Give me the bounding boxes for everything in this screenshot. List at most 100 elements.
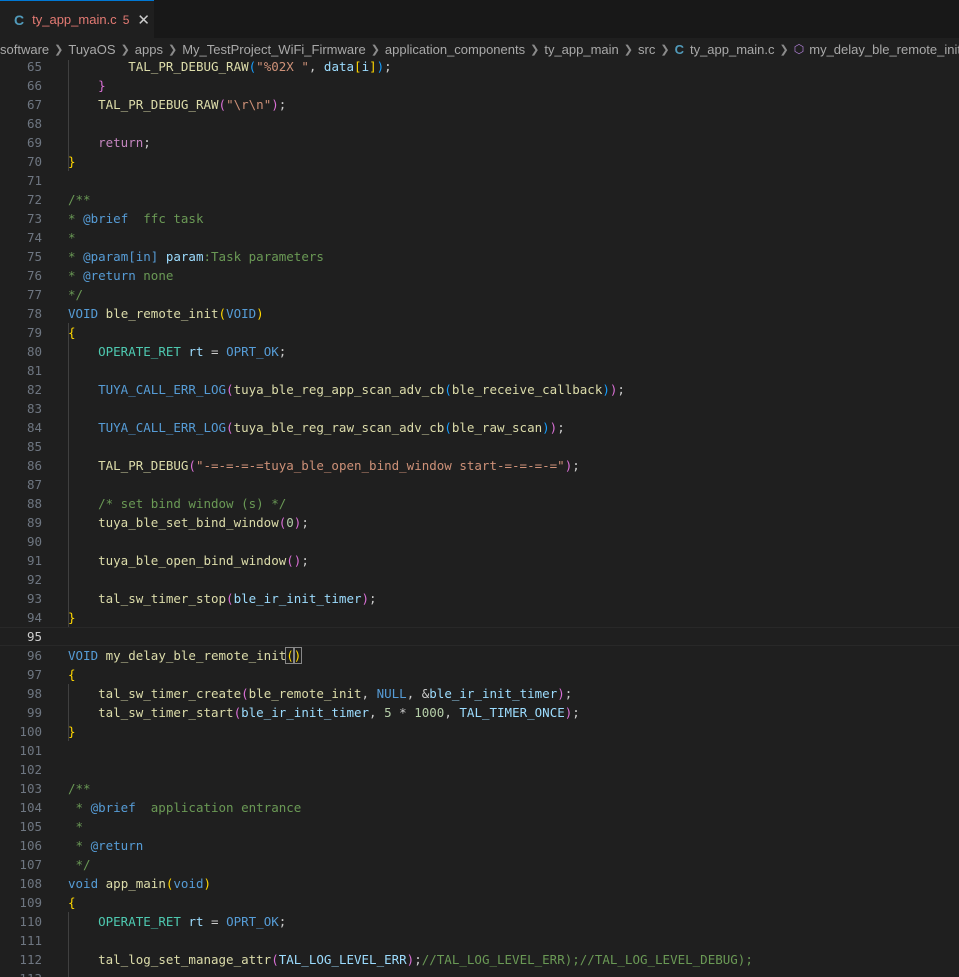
code-token: TAL_PR_DEBUG_RAW — [98, 97, 219, 112]
code-line[interactable]: 98 tal_sw_timer_create(ble_remote_init, … — [0, 684, 959, 703]
code-line[interactable]: 107 */ — [0, 855, 959, 874]
breadcrumb-item-project[interactable]: My_TestProject_WiFi_Firmware — [182, 42, 365, 57]
code-line[interactable]: 94} — [0, 608, 959, 627]
line-number: 102 — [19, 762, 42, 777]
code-line[interactable]: 82 TUYA_CALL_ERR_LOG(tuya_ble_reg_app_sc… — [0, 380, 959, 399]
code-line[interactable]: 80 OPERATE_RET rt = OPRT_OK; — [0, 342, 959, 361]
code-line[interactable]: 72 /** — [0, 190, 959, 209]
line-number: 90 — [26, 534, 42, 549]
code-line[interactable]: 70} — [0, 152, 959, 171]
code-line[interactable]: 65 TAL_PR_DEBUG_RAW("%02X ", data[i]); — [0, 60, 959, 76]
code-token: OPRT_OK — [226, 914, 279, 929]
code-line[interactable]: 103 /** — [0, 779, 959, 798]
code-text: * @brief ffc task — [68, 209, 203, 228]
code-line[interactable]: 79 { — [0, 323, 959, 342]
code-line[interactable]: 83 — [0, 399, 959, 418]
code-token: = — [203, 344, 227, 359]
code-token: ( — [444, 420, 452, 435]
code-token: @brief — [90, 800, 136, 815]
line-number: 67 — [26, 97, 42, 112]
line-number: 86 — [26, 458, 42, 473]
breadcrumb-item-ty-app-main[interactable]: ty_app_main — [544, 42, 618, 57]
tab-ty-app-main-c[interactable]: C ty_app_main.c 5 ✕ — [0, 0, 154, 38]
code-token: ( — [218, 97, 227, 112]
line-number: 108 — [19, 876, 42, 891]
code-line[interactable]: 92 — [0, 570, 959, 589]
code-line[interactable]: 68 — [0, 114, 959, 133]
code-line[interactable]: 67 TAL_PR_DEBUG_RAW("\r\n"); — [0, 95, 959, 114]
line-number: 91 — [26, 553, 42, 568]
close-icon[interactable]: ✕ — [137, 11, 150, 29]
code-token: 0 — [286, 515, 294, 530]
code-line[interactable]: 81 — [0, 361, 959, 380]
line-number: 76 — [26, 268, 42, 283]
code-line[interactable]: 102 — [0, 760, 959, 779]
code-line[interactable]: 101 — [0, 741, 959, 760]
code-line[interactable]: 78 VOID ble_remote_init(VOID) — [0, 304, 959, 323]
breadcrumb-item-src[interactable]: src — [638, 42, 655, 57]
breadcrumb-item-file[interactable]: ty_app_main.c — [690, 42, 775, 57]
code-line[interactable]: 105 * — [0, 817, 959, 836]
code-editor[interactable]: 65 TAL_PR_DEBUG_RAW("%02X ", data[i]); 66… — [0, 60, 959, 977]
breadcrumb-item-software[interactable]: software — [0, 42, 49, 57]
code-line[interactable]: 100} — [0, 722, 959, 741]
code-line[interactable]: 86 TAL_PR_DEBUG("-=-=-=-=tuya_ble_open_b… — [0, 456, 959, 475]
code-line[interactable]: 75 * @param[in] param:Task parameters — [0, 247, 959, 266]
line-number: 98 — [26, 686, 42, 701]
code-line[interactable]: 85 — [0, 437, 959, 456]
code-line[interactable]: 71 — [0, 171, 959, 190]
breadcrumb-item-apps[interactable]: apps — [135, 42, 163, 57]
code-token: data — [323, 60, 355, 74]
code-token: TAL_PR_DEBUG — [98, 458, 189, 473]
code-line[interactable]: 104 * @brief application entrance — [0, 798, 959, 817]
code-line[interactable]: 77 */ — [0, 285, 959, 304]
code-token: ) — [292, 647, 303, 664]
code-line[interactable]: 89 tuya_ble_set_bind_window(0); — [0, 513, 959, 532]
code-line[interactable]: 112 tal_log_set_manage_attr(TAL_LOG_LEVE… — [0, 950, 959, 969]
code-token: , — [369, 705, 385, 720]
code-line[interactable]: 66 } — [0, 76, 959, 95]
code-token: application entrance — [135, 800, 302, 815]
code-line[interactable]: 74 * — [0, 228, 959, 247]
line-number: 88 — [26, 496, 42, 511]
chevron-right-icon: ❯ — [120, 43, 130, 56]
chevron-right-icon: ❯ — [779, 43, 789, 56]
breadcrumb-item-function[interactable]: my_delay_ble_remote_init() — [809, 42, 959, 57]
code-line[interactable]: 109 { — [0, 893, 959, 912]
code-token: app_main — [105, 876, 166, 891]
code-line[interactable]: 110 OPERATE_RET rt = OPRT_OK; — [0, 912, 959, 931]
code-line[interactable]: 91 tuya_ble_open_bind_window(); — [0, 551, 959, 570]
code-line[interactable]: 88 /* set bind window (s) */ — [0, 494, 959, 513]
code-line[interactable]: 111 — [0, 931, 959, 950]
code-line[interactable]: 69 return; — [0, 133, 959, 152]
code-line[interactable]: 106 * @return — [0, 836, 959, 855]
indent-guide — [68, 684, 69, 741]
code-line[interactable]: 108 void app_main(void) — [0, 874, 959, 893]
code-line[interactable]: 95 — [0, 627, 959, 646]
code-line[interactable]: 96 VOID my_delay_ble_remote_init() — [0, 646, 959, 665]
code-token: none — [135, 268, 174, 283]
code-line[interactable]: 113 — [0, 969, 959, 977]
code-line[interactable]: 97 { — [0, 665, 959, 684]
chevron-right-icon: ❯ — [167, 43, 178, 56]
code-line[interactable]: 90 — [0, 532, 959, 551]
code-text: TUYA_CALL_ERR_LOG(tuya_ble_reg_raw_scan_… — [68, 418, 565, 437]
code-line[interactable]: 99 tal_sw_timer_start(ble_ir_init_timer,… — [0, 703, 959, 722]
code-line[interactable]: 87 — [0, 475, 959, 494]
line-number: 104 — [19, 800, 42, 815]
code-token: */ — [68, 857, 91, 872]
breadcrumb-item-tuyaos[interactable]: TuyaOS — [68, 42, 115, 57]
code-token: ) — [203, 876, 212, 891]
code-text: * — [68, 228, 76, 247]
code-line[interactable]: 73 * @brief ffc task — [0, 209, 959, 228]
code-token: OPRT_OK — [226, 344, 279, 359]
code-line[interactable]: 84 TUYA_CALL_ERR_LOG(tuya_ble_reg_raw_sc… — [0, 418, 959, 437]
line-number: 79 — [26, 325, 42, 340]
breadcrumb-item-application-components[interactable]: application_components — [385, 42, 525, 57]
code-line[interactable]: 76 * @return none — [0, 266, 959, 285]
code-token: ] — [369, 60, 377, 74]
code-line[interactable]: 93 tal_sw_timer_stop(ble_ir_init_timer); — [0, 589, 959, 608]
